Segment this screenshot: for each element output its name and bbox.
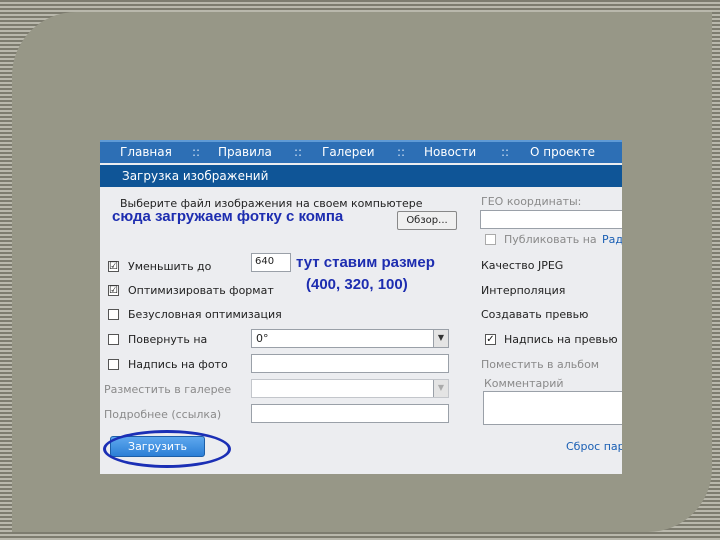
reduce-size-input[interactable]: 640 bbox=[251, 253, 291, 272]
upload-form-screenshot: Главная :: Правила :: Галереи :: Новости… bbox=[100, 140, 622, 474]
chevron-down-icon[interactable]: ▼ bbox=[433, 330, 448, 347]
publish-link[interactable]: Рад bbox=[602, 233, 622, 246]
browse-button[interactable]: Обзор... bbox=[397, 211, 457, 230]
optimize-checkbox[interactable]: ☑ bbox=[108, 285, 119, 296]
nav-separator: :: bbox=[397, 145, 406, 159]
comment-label: Комментарий bbox=[484, 377, 564, 390]
top-nav: Главная :: Правила :: Галереи :: Новости… bbox=[100, 140, 622, 163]
publish-checkbox[interactable] bbox=[485, 234, 496, 245]
nav-separator: :: bbox=[192, 145, 201, 159]
reduce-label: Уменьшить до bbox=[128, 260, 212, 273]
create-preview-label: Создавать превью bbox=[481, 308, 589, 321]
nav-item-home[interactable]: Главная bbox=[120, 145, 172, 159]
album-label: Поместить в альбом bbox=[481, 358, 600, 371]
annotation-upload-hint: сюда загружаем фотку с компа bbox=[112, 208, 344, 225]
rotate-select[interactable]: 0° ▼ bbox=[251, 329, 449, 348]
chevron-down-icon[interactable]: ▼ bbox=[433, 380, 448, 397]
nav-item-rules[interactable]: Правила bbox=[218, 145, 272, 159]
more-link-label: Подробнее (ссылка) bbox=[104, 408, 222, 421]
nav-item-news[interactable]: Новости bbox=[424, 145, 476, 159]
interpolation-label: Интерполяция bbox=[481, 284, 566, 297]
nav-item-about[interactable]: О проекте bbox=[530, 145, 595, 159]
nav-item-galleries[interactable]: Галереи bbox=[322, 145, 375, 159]
jpeg-quality-label: Качество JPEG bbox=[481, 259, 564, 272]
rotate-label: Повернуть на bbox=[128, 333, 208, 346]
caption-checkbox[interactable] bbox=[108, 359, 119, 370]
comment-textarea[interactable] bbox=[483, 391, 622, 425]
reduce-size-value: 640 bbox=[255, 256, 275, 267]
unconditional-label: Безусловная оптимизация bbox=[128, 308, 282, 321]
section-title: Загрузка изображений bbox=[122, 169, 269, 183]
optimize-label: Оптимизировать формат bbox=[128, 284, 274, 297]
reduce-checkbox[interactable]: ☑ bbox=[108, 261, 119, 272]
geo-label: ГЕО координаты: bbox=[481, 195, 582, 208]
rotate-checkbox[interactable] bbox=[108, 334, 119, 345]
caption-label: Надпись на фото bbox=[128, 358, 228, 371]
section-title-bar: Загрузка изображений bbox=[100, 165, 622, 187]
annotation-size-hint: тут ставим размер bbox=[296, 254, 435, 271]
nav-separator: :: bbox=[294, 145, 303, 159]
annotation-circle bbox=[103, 430, 231, 468]
more-link-input[interactable] bbox=[251, 404, 449, 423]
rotate-select-value: 0° bbox=[256, 332, 269, 345]
preview-caption-label: Надпись на превью bbox=[504, 333, 618, 346]
annotation-size-values: (400, 320, 100) bbox=[306, 276, 408, 293]
gallery-select[interactable]: ▼ bbox=[251, 379, 449, 398]
caption-input[interactable] bbox=[251, 354, 449, 373]
geo-input[interactable] bbox=[480, 210, 622, 229]
gallery-label: Разместить в галерее bbox=[104, 383, 232, 396]
unconditional-checkbox[interactable] bbox=[108, 309, 119, 320]
reset-link[interactable]: Сброс пар bbox=[566, 440, 622, 453]
publish-label: Публиковать на bbox=[504, 233, 597, 246]
nav-separator: :: bbox=[501, 145, 510, 159]
preview-caption-checkbox[interactable]: ✓ bbox=[485, 334, 496, 345]
